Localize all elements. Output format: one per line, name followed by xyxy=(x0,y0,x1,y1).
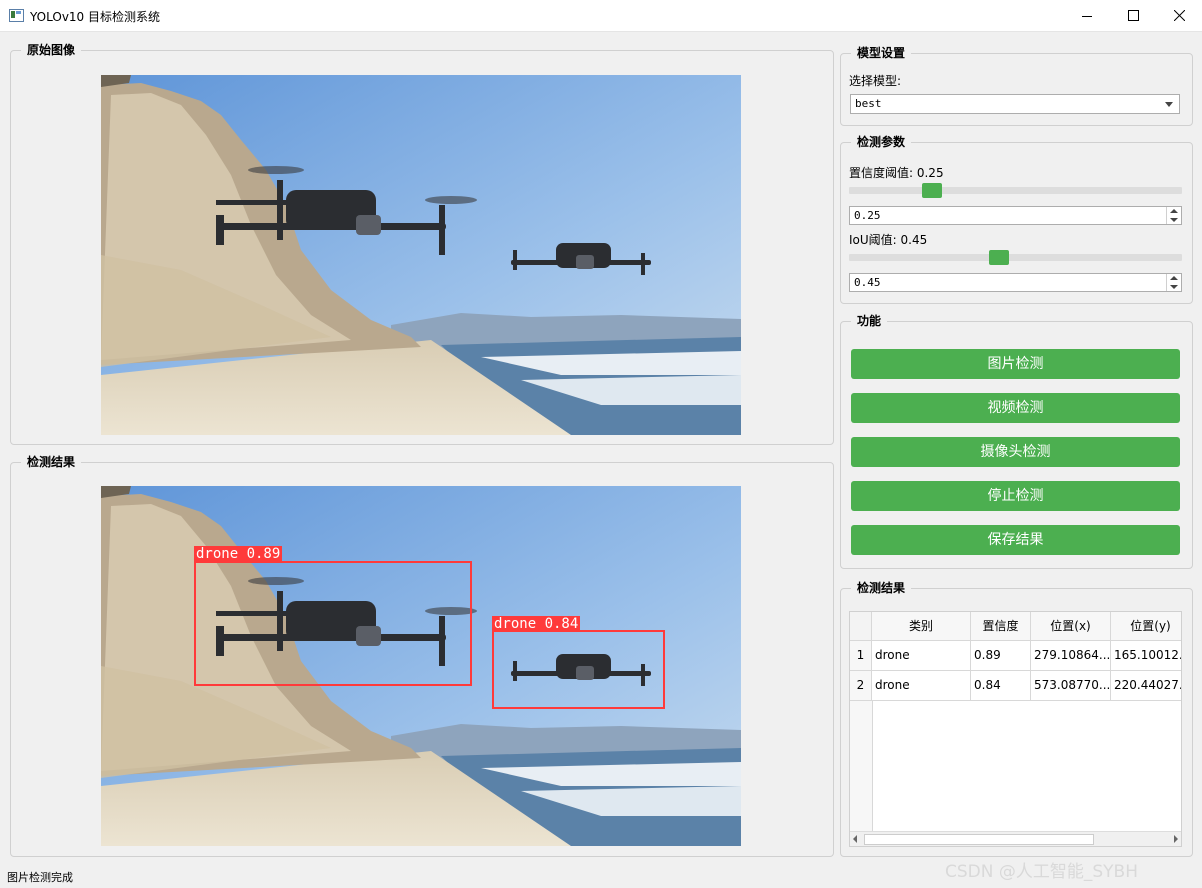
app-icon xyxy=(9,9,24,22)
close-icon xyxy=(1173,10,1185,21)
column-header-x[interactable]: 位置(x) xyxy=(1031,612,1111,641)
detection-params-title: 检测参数 xyxy=(851,134,912,150)
close-button[interactable] xyxy=(1156,0,1202,31)
table-cell[interactable]: 220.44027... xyxy=(1111,671,1181,701)
result-image: drone 0.89 drone 0.84 xyxy=(101,486,741,846)
results-table[interactable]: 类别 置信度 位置(x) 位置(y) 1 drone 0.89 279.1086… xyxy=(849,611,1182,847)
select-model-label: 选择模型: xyxy=(849,74,902,88)
video-detect-button[interactable]: 视频检测 xyxy=(851,393,1180,423)
confidence-slider-handle[interactable] xyxy=(922,183,942,198)
column-header-confidence[interactable]: 置信度 xyxy=(971,612,1031,641)
save-results-button[interactable]: 保存结果 xyxy=(851,525,1180,555)
table-cell[interactable]: 165.10012... xyxy=(1111,641,1181,671)
functions-title: 功能 xyxy=(851,313,888,329)
scroll-left-icon[interactable] xyxy=(853,835,857,843)
iou-spinbox-value: 0.45 xyxy=(854,276,881,289)
table-cell[interactable]: drone xyxy=(872,641,971,671)
detection-label-2: drone 0.84 xyxy=(492,616,581,632)
iou-slider-handle[interactable] xyxy=(989,250,1009,265)
table-cell[interactable]: 573.08770... xyxy=(1031,671,1111,701)
original-image-title: 原始图像 xyxy=(21,42,82,58)
horizontal-scrollbar[interactable] xyxy=(850,831,1181,846)
image-detect-button[interactable]: 图片检测 xyxy=(851,349,1180,379)
dropdown-arrow-icon xyxy=(1165,102,1173,107)
iou-spinbox[interactable]: 0.45 xyxy=(849,273,1182,292)
results-table-title: 检测结果 xyxy=(851,580,912,596)
row-header-filler xyxy=(850,701,873,833)
spin-up-icon[interactable] xyxy=(1170,209,1178,213)
watermark: CSDN @人工智能_SYBH xyxy=(945,862,1138,882)
iou-spin-buttons[interactable] xyxy=(1166,274,1181,291)
model-select-value: best xyxy=(855,97,882,110)
model-settings-title: 模型设置 xyxy=(851,45,912,61)
original-image xyxy=(101,75,741,435)
row-header[interactable]: 2 xyxy=(850,671,872,701)
confidence-slider[interactable] xyxy=(849,183,1182,198)
confidence-label: 置信度阈值: 0.25 xyxy=(849,166,944,180)
camera-detect-button[interactable]: 摄像头检测 xyxy=(851,437,1180,467)
maximize-button[interactable] xyxy=(1110,0,1156,31)
confidence-spinbox[interactable]: 0.25 xyxy=(849,206,1182,225)
spin-down-icon[interactable] xyxy=(1170,218,1178,222)
column-header-y[interactable]: 位置(y) xyxy=(1111,612,1181,641)
iou-slider[interactable] xyxy=(849,250,1182,265)
table-cell[interactable]: 279.10864... xyxy=(1031,641,1111,671)
model-settings-group: 模型设置 xyxy=(840,45,1193,126)
minimize-button[interactable] xyxy=(1064,0,1110,31)
table-cell[interactable]: 0.84 xyxy=(971,671,1031,701)
row-header[interactable]: 1 xyxy=(850,641,872,671)
iou-label: IoU阈值: 0.45 xyxy=(849,233,928,247)
detection-box-1 xyxy=(194,561,472,686)
window-title: YOLOv10 目标检测系统 xyxy=(30,10,161,24)
scroll-right-icon[interactable] xyxy=(1174,835,1178,843)
maximize-icon xyxy=(1127,10,1139,21)
status-bar-text: 图片检测完成 xyxy=(7,871,73,884)
result-image-title: 检测结果 xyxy=(21,454,82,470)
confidence-spin-buttons[interactable] xyxy=(1166,207,1181,224)
detection-box-2 xyxy=(492,630,665,709)
scrollbar-thumb[interactable] xyxy=(864,834,1094,845)
minimize-icon xyxy=(1082,15,1092,17)
detection-label-1: drone 0.89 xyxy=(194,546,283,562)
model-select[interactable]: best xyxy=(850,94,1180,114)
table-cell[interactable]: 0.89 xyxy=(971,641,1031,671)
spin-up-icon[interactable] xyxy=(1170,276,1178,280)
table-cell[interactable]: drone xyxy=(872,671,971,701)
confidence-spinbox-value: 0.25 xyxy=(854,209,881,222)
spin-down-icon[interactable] xyxy=(1170,285,1178,289)
column-header-class[interactable]: 类别 xyxy=(872,612,971,641)
table-corner[interactable] xyxy=(850,612,872,641)
title-bar: YOLOv10 目标检测系统 xyxy=(0,0,1202,32)
stop-detect-button[interactable]: 停止检测 xyxy=(851,481,1180,511)
